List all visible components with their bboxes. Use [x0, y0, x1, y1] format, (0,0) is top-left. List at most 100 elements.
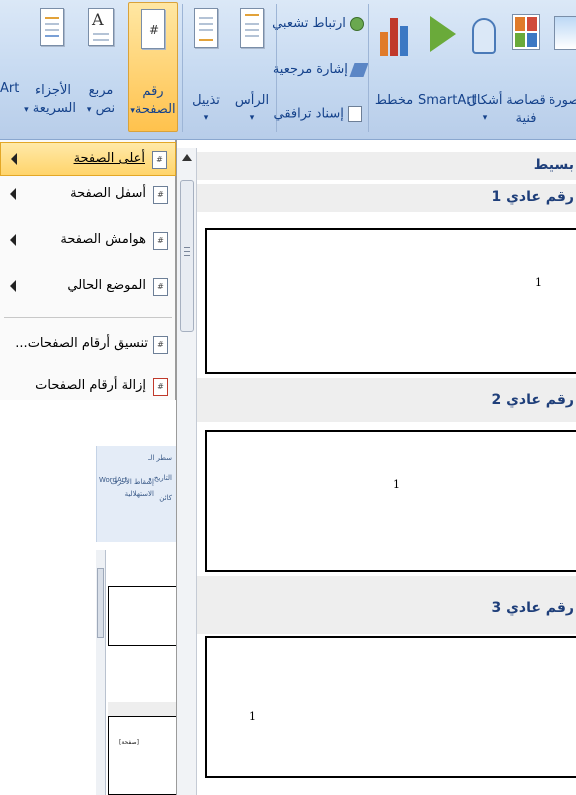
smartart-label: SmartArt — [418, 93, 477, 108]
page-number-preview: 1 — [535, 276, 542, 289]
page-number-icon: # — [153, 278, 168, 296]
cross-reference-label: إسناد ترافقي — [273, 106, 344, 122]
clipart-icon — [512, 14, 540, 50]
menu-item-label: أسفل الصفحة — [70, 186, 146, 201]
hyperlink-button[interactable]: ارتباط تشعبي — [272, 16, 364, 31]
cross-reference-icon — [348, 106, 362, 122]
chart-icon — [380, 12, 410, 56]
grip-line — [184, 251, 190, 252]
header-button[interactable]: الرأس ▾ — [230, 4, 274, 134]
bookmark-label: إشارة مرجعية — [272, 62, 348, 77]
menu-item-label: هوامش الصفحة — [60, 232, 146, 247]
dropdown-arrow-icon: ▾ — [249, 113, 255, 123]
text-box-button[interactable]: A مربع نص ▾ — [78, 4, 124, 134]
dropdown-arrow-icon: ▾ — [24, 105, 29, 115]
bookmark-icon — [349, 62, 369, 77]
bg-ribbon-text: سطر الـ — [148, 454, 172, 462]
gallery-scrollbar[interactable] — [177, 148, 197, 795]
background-page-preview — [108, 586, 176, 646]
page-number-preview: 1 — [393, 478, 400, 491]
footer-button[interactable]: تذييل ▾ — [184, 4, 228, 134]
menu-separator — [4, 317, 172, 318]
menu-item-label: أعلى الصفحة — [73, 151, 145, 166]
top-of-page-gallery: بسيط رقم عادي 1 1 رقم عادي 2 1 رقم عادي … — [176, 140, 576, 795]
menu-item-remove-page-numbers[interactable]: # إزالة أرقام الصفحات — [0, 370, 176, 404]
bg-ribbon-text: WordArt — [99, 476, 128, 484]
grip-line — [184, 247, 190, 248]
page-number-button[interactable]: # رقم الصفحة▾ — [128, 2, 178, 132]
text-box-label-2-text: نص — [95, 101, 116, 116]
footer-label: تذييل — [192, 93, 220, 108]
ribbon-separator — [182, 4, 183, 132]
bg-ribbon-text: كائن — [159, 494, 172, 502]
gallery-item-preview-3[interactable]: 1 — [205, 636, 576, 778]
gallery-item-label: رقم عادي 2 — [491, 392, 574, 408]
gallery-item-title[interactable]: رقم عادي 3 — [197, 576, 576, 634]
header-label: الرأس — [234, 93, 270, 108]
picture-label: صورة — [550, 93, 576, 108]
dropdown-arrow-icon: ▾ — [482, 113, 488, 123]
wordart-button[interactable]: Art — [0, 80, 26, 97]
text-box-label-1: مربع — [88, 83, 114, 98]
chart-button[interactable]: مخطط — [372, 4, 416, 134]
gallery-item-preview-1[interactable]: 1 — [205, 228, 576, 374]
shapes-label: أشكال — [467, 93, 503, 108]
remove-page-numbers-icon: # — [153, 378, 168, 396]
hyperlink-label: ارتباط تشعبي — [272, 16, 346, 31]
scrollbar-thumb[interactable] — [180, 180, 194, 332]
gallery-item-preview-2[interactable]: 1 — [205, 430, 576, 572]
chart-label: مخطط — [374, 93, 414, 108]
bg-ribbon-text: الاستهلالية — [124, 490, 154, 498]
section-header-label: بسيط — [533, 157, 574, 173]
gallery-item-title[interactable]: رقم عادي 1 — [197, 184, 576, 212]
menu-item-page-margins[interactable]: # هوامش الصفحة — [0, 224, 176, 258]
submenu-arrow-icon — [11, 153, 17, 165]
insert-ribbon: Art الأجزاء السريعة ▾ A مربع نص ▾ # رقم … — [0, 0, 576, 140]
scroll-up-arrow-icon[interactable] — [182, 154, 192, 161]
picture-icon — [554, 16, 576, 50]
shapes-icon — [472, 18, 496, 54]
clipart-button[interactable]: قصاصة فنية — [504, 4, 548, 134]
menu-item-bottom-of-page[interactable]: # أسفل الصفحة — [0, 178, 176, 212]
quick-parts-icon — [40, 8, 64, 46]
bookmark-button[interactable]: إشارة مرجعية — [272, 62, 369, 77]
gallery-section-header: بسيط — [197, 152, 576, 180]
submenu-arrow-icon — [10, 280, 16, 292]
cross-reference-button[interactable]: إسناد ترافقي — [274, 106, 362, 122]
page-number-icon: # — [153, 186, 168, 204]
menu-item-label: الموضع الحالي — [67, 278, 146, 293]
background-ribbon: سطر الـ التاريخ و كائن إسقاط الأحرف الاس… — [96, 446, 176, 542]
page-number-icon: # — [153, 232, 168, 250]
clipart-label-1: قصاصة — [506, 93, 546, 108]
ribbon-separator — [368, 4, 369, 132]
submenu-arrow-icon — [10, 234, 16, 246]
menu-item-label: تنسيق أرقام الصفحات... — [15, 336, 148, 351]
page-number-glyph: # — [149, 23, 160, 37]
word-window: Art الأجزاء السريعة ▾ A مربع نص ▾ # رقم … — [0, 0, 576, 795]
page-number-icon: # — [141, 9, 165, 49]
dropdown-arrow-icon: ▾ — [86, 105, 92, 115]
quick-parts-button[interactable]: الأجزاء السريعة ▾ — [24, 4, 76, 134]
quick-parts-label-1: الأجزاء — [35, 83, 71, 98]
menu-item-format-page-numbers[interactable]: # تنسيق أرقام الصفحات... — [0, 328, 176, 362]
menu-item-top-of-page[interactable]: # أعلى الصفحة — [0, 142, 176, 176]
shapes-button[interactable]: أشكال ▾ — [466, 4, 504, 134]
submenu-arrow-icon — [10, 188, 16, 200]
header-icon — [240, 8, 264, 48]
hyperlink-icon — [350, 16, 364, 31]
background-scrollbar — [96, 550, 106, 795]
smartart-button[interactable]: SmartArt — [418, 4, 477, 134]
gallery-item-label: رقم عادي 3 — [491, 600, 574, 616]
page-number-label-2-text: الصفحة — [134, 102, 176, 117]
menu-item-current-position[interactable]: # الموضع الحالي — [0, 270, 176, 304]
picture-button[interactable]: صورة — [550, 4, 576, 134]
background-document: سطر الـ التاريخ و كائن إسقاط الأحرف الاس… — [0, 400, 176, 795]
page-number-preview: 1 — [249, 710, 256, 723]
background-scrollbar-thumb — [97, 568, 104, 638]
page-number-label-2: الصفحة▾ — [129, 101, 177, 120]
menu-item-label: إزالة أرقام الصفحات — [35, 378, 146, 393]
page-number-menu: # أعلى الصفحة # أسفل الصفحة # هوامش الصف… — [0, 140, 176, 400]
dropdown-arrow-icon: ▾ — [203, 113, 209, 123]
background-page-preview: [صفحة] — [108, 716, 176, 795]
gallery-item-title[interactable]: رقم عادي 2 — [197, 378, 576, 422]
